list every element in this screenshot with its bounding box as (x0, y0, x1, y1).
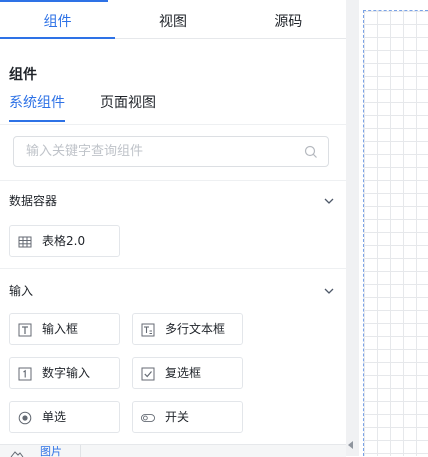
footer-label[interactable]: 图片 (40, 446, 62, 457)
component-checkbox[interactable]: 复选框 (132, 357, 243, 389)
table-icon (18, 236, 32, 248)
search-icon[interactable] (304, 145, 318, 159)
group-header-data-container[interactable]: 数据容器 (9, 191, 335, 211)
design-canvas[interactable] (359, 0, 428, 456)
footer-separator (80, 445, 81, 457)
divider (0, 268, 346, 269)
search-box (13, 136, 329, 167)
top-accent-bar (0, 0, 108, 2)
textarea-icon (141, 323, 155, 337)
radio-icon (18, 411, 32, 425)
component-label: 多行文本框 (165, 322, 226, 336)
tab-views[interactable]: 视图 (115, 4, 230, 38)
tab-components[interactable]: 组件 (0, 4, 116, 39)
canvas-grid (363, 10, 428, 456)
component-label: 开关 (165, 410, 190, 424)
component-subtabs: 系统组件 页面视图 (0, 92, 346, 125)
group-header-input[interactable]: 输入 (9, 281, 335, 301)
panel-scrollbar[interactable] (346, 0, 359, 456)
component-label: 复选框 (165, 366, 202, 380)
footer-bar: 图片 (0, 444, 346, 457)
component-panel: 组件 视图 源码 组件 系统组件 页面视图 数据容器 表格2.0 (0, 0, 346, 457)
number-input-icon (18, 367, 32, 381)
component-switch[interactable]: 开关 (132, 401, 243, 433)
component-textarea[interactable]: 多行文本框 (132, 313, 243, 345)
component-label: 输入框 (42, 322, 79, 336)
component-label: 单选 (42, 410, 67, 424)
component-label: 表格2.0 (42, 234, 86, 248)
divider (0, 180, 346, 181)
checkbox-icon (141, 367, 155, 381)
component-radio[interactable]: 单选 (9, 401, 120, 433)
group-label: 数据容器 (9, 194, 58, 208)
tab-source[interactable]: 源码 (231, 4, 346, 38)
group-label: 输入 (9, 284, 34, 298)
component-table[interactable]: 表格2.0 (9, 225, 120, 257)
text-input-icon (18, 323, 32, 337)
section-title: 组件 (9, 67, 37, 83)
chevron-down-icon[interactable] (323, 285, 335, 297)
search-input[interactable] (26, 137, 296, 166)
subtab-system-components[interactable]: 系统组件 (9, 92, 65, 122)
subtab-page-views[interactable]: 页面视图 (100, 92, 156, 122)
component-number-input[interactable]: 数字输入 (9, 357, 120, 389)
collapse-arrow-icon[interactable] (346, 436, 354, 454)
chevron-down-icon[interactable] (323, 195, 335, 207)
component-text-input[interactable]: 输入框 (9, 313, 120, 345)
component-label: 数字输入 (42, 366, 91, 380)
panel-tabs: 组件 视图 源码 (0, 4, 346, 39)
switch-icon (141, 414, 155, 422)
